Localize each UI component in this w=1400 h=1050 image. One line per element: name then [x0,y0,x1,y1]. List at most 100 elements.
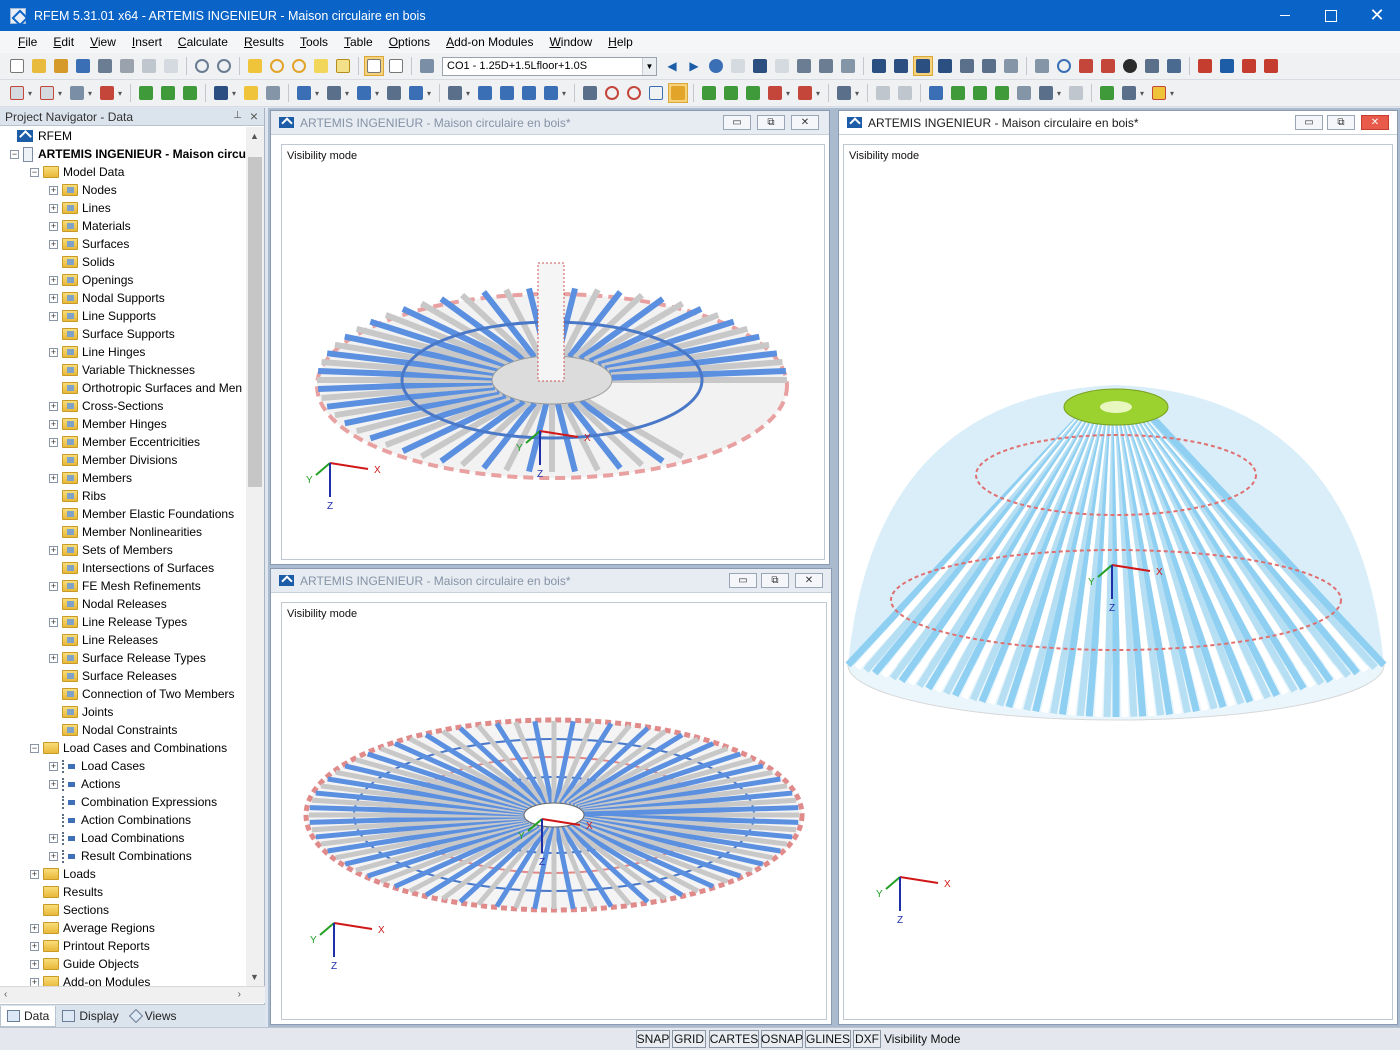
close-icon[interactable]: × [250,108,258,124]
view-window-top-left[interactable]: ARTEMIS INGENIEUR - Maison circulaire en… [270,110,830,565]
expand-icon[interactable]: + [49,581,58,591]
pdf-print-icon[interactable] [1261,56,1281,76]
glines-toggle[interactable]: GLINES [805,1030,851,1048]
expand-icon[interactable]: + [49,545,58,555]
tree-item-intersections-of-surfaces[interactable]: Intersections of Surfaces [0,559,246,577]
copy-icon[interactable] [333,56,353,76]
tree-item-printout-reports[interactable]: + Printout Reports [0,937,246,955]
measure-icon[interactable] [895,83,915,103]
dimension-icon[interactable] [445,83,465,103]
save-all-icon[interactable] [95,56,115,76]
tree-item-members[interactable]: + Members [0,469,246,487]
coordinate-system-icon[interactable] [765,83,785,103]
surface-axes-icon[interactable] [721,83,741,103]
new-load-icon[interactable] [211,83,231,103]
scroll-down-icon[interactable]: ▼ [250,972,259,982]
new-rib-icon[interactable] [354,83,374,103]
expand-icon[interactable]: + [49,311,58,321]
expand-icon[interactable]: + [49,185,58,195]
print-graphic-icon[interactable] [139,56,159,76]
tab-views[interactable]: Views [125,1006,183,1027]
tree-item-guide-objects[interactable]: + Guide Objects [0,955,246,973]
menu-file[interactable]: File [10,35,45,49]
expand-icon[interactable]: + [49,239,58,249]
chevron-down-icon[interactable]: ▾ [786,89,794,98]
navigator-vertical-scrollbar[interactable]: ▲ ▼ [246,127,264,986]
visual-object-icon[interactable] [519,83,539,103]
expand-icon[interactable]: + [49,761,58,771]
graphics-canvas[interactable]: Visibility mode XYZXYZ [843,144,1393,1020]
scroll-right-icon[interactable]: › [238,989,241,1000]
tree-item-load-cases[interactable]: + Load Cases [0,757,246,775]
open-file-icon[interactable] [29,56,49,76]
menu-help[interactable]: Help [600,35,641,49]
expand-icon[interactable]: + [30,941,39,951]
search-icon[interactable] [267,56,287,76]
expand-icon[interactable]: + [49,851,58,861]
new-support-icon[interactable] [136,83,156,103]
grid-toggle[interactable]: GRID [672,1030,706,1048]
chevron-down-icon[interactable]: ▾ [345,89,353,98]
tree-item-line-supports[interactable]: + Line Supports [0,307,246,325]
plane-yz-icon[interactable] [992,83,1012,103]
member-view-icon[interactable] [838,56,858,76]
view-iso-icon[interactable] [1001,56,1021,76]
expand-icon[interactable]: + [49,437,58,447]
collapse-icon[interactable]: − [30,167,39,177]
new-solid-icon[interactable] [324,83,344,103]
new-file-icon[interactable] [7,56,27,76]
dxf-toggle[interactable]: DXF [853,1030,881,1048]
line-tool-icon[interactable] [873,83,893,103]
scrollbar-thumb[interactable] [248,157,262,487]
tree-item-surface-releases[interactable]: Surface Releases [0,667,246,685]
expand-icon[interactable]: + [49,419,58,429]
tree-item-project[interactable]: − ARTEMIS INGENIEUR - Maison circu [0,145,246,163]
navigator-toggle-icon[interactable] [364,56,384,76]
delete-icon[interactable] [1098,56,1118,76]
menu-insert[interactable]: Insert [124,35,170,49]
pdf-icon[interactable] [1239,56,1259,76]
close-icon[interactable]: ✕ [1361,115,1389,130]
result-labels-icon[interactable] [772,56,792,76]
tree-item-materials[interactable]: + Materials [0,217,246,235]
tree-item-load-combinations[interactable]: + Load Combinations [0,829,246,847]
tree-item-add-on-modules[interactable]: + Add-on Modules [0,973,246,986]
expand-icon[interactable]: + [49,401,58,411]
tree-item-nodal-releases[interactable]: Nodal Releases [0,595,246,613]
plane-xz-icon[interactable] [948,83,968,103]
menu-calculate[interactable]: Calculate [170,35,236,49]
chevron-down-icon[interactable]: ▾ [28,89,36,98]
scroll-left-icon[interactable]: ‹ [4,989,7,1000]
background-layer-icon[interactable] [541,83,561,103]
tree-item-line-release-types[interactable]: + Line Release Types [0,613,246,631]
tree-item-member-eccentricities[interactable]: + Member Eccentricities [0,433,246,451]
import-icon[interactable] [1217,56,1237,76]
view-window-right[interactable]: ARTEMIS INGENIEUR - Maison circulaire en… [838,110,1398,1025]
rotate-view-icon[interactable] [1054,56,1074,76]
chevron-down-icon[interactable]: ▾ [315,89,323,98]
open-sample-icon[interactable] [51,56,71,76]
tree-item-action-combinations[interactable]: Action Combinations [0,811,246,829]
menu-add-on-modules[interactable]: Add-on Modules [438,35,541,49]
menu-tools[interactable]: Tools [292,35,336,49]
table-toggle-icon[interactable] [386,56,406,76]
export-icon[interactable] [1195,56,1215,76]
result-diagram-icon[interactable] [750,56,770,76]
grid-layout-icon[interactable] [1036,83,1056,103]
plane-xy-icon[interactable] [926,83,946,103]
new-line-icon[interactable] [37,83,57,103]
new-set-icon[interactable] [384,83,404,103]
view-y-icon[interactable] [957,56,977,76]
minimize-icon[interactable]: ▭ [723,115,751,130]
new-area-load-icon[interactable] [263,83,283,103]
tree-item-member-divisions[interactable]: Member Divisions [0,451,246,469]
tree-item-surfaces[interactable]: + Surfaces [0,235,246,253]
print-icon[interactable] [117,56,137,76]
tree-item-sections[interactable]: Sections [0,901,246,919]
expand-icon[interactable]: + [30,923,39,933]
printout-report-icon[interactable] [161,56,181,76]
chevron-down-icon[interactable]: ▾ [1140,89,1148,98]
menu-view[interactable]: View [82,35,124,49]
render-icon[interactable] [1120,56,1140,76]
tree-item-member-hinges[interactable]: + Member Hinges [0,415,246,433]
